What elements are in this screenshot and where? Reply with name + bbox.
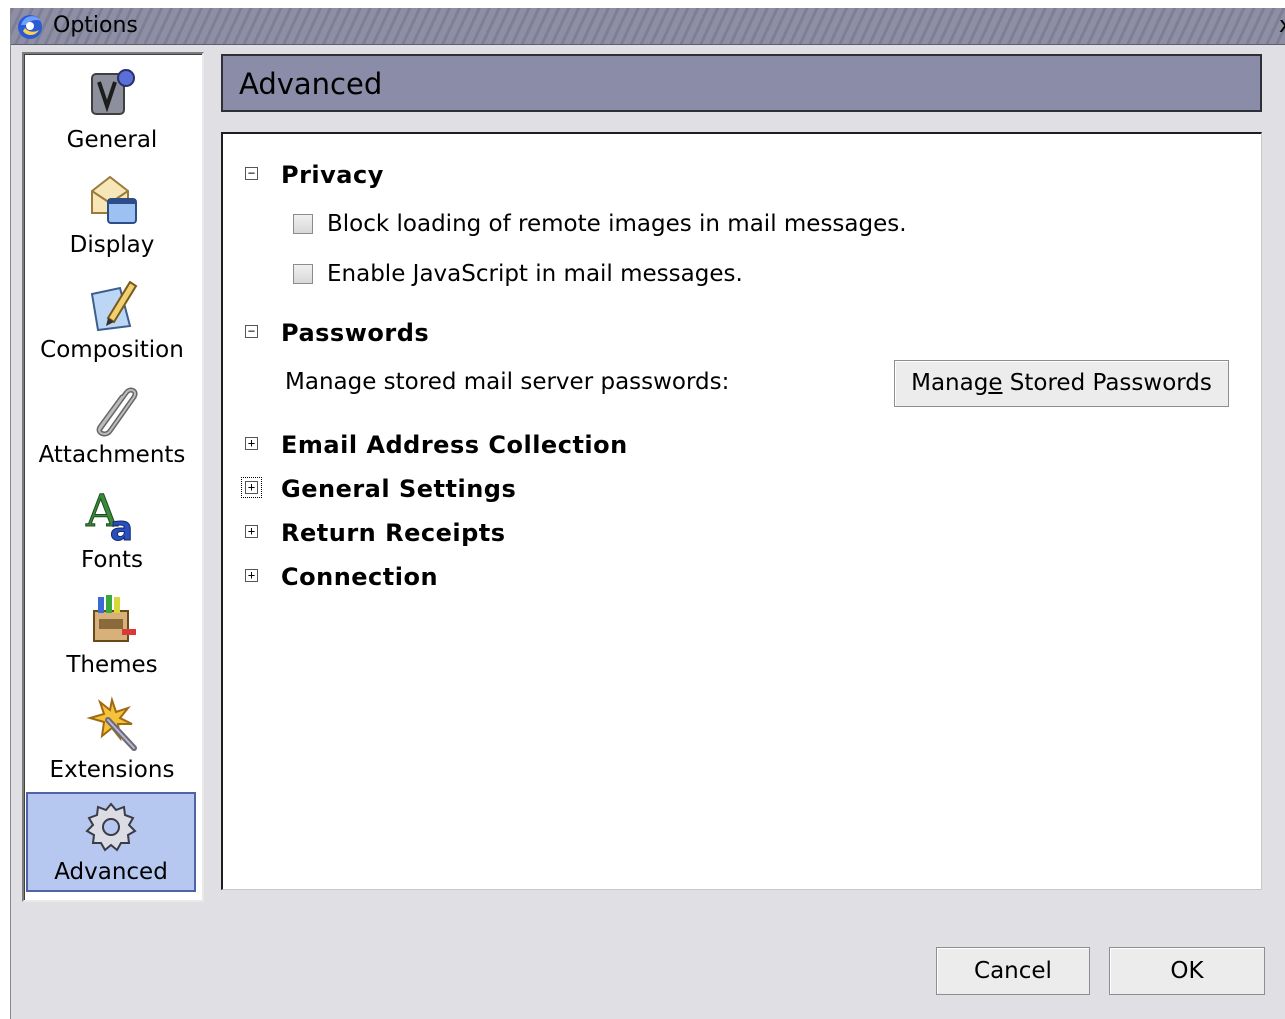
sidebar-item-composition[interactable]: Composition: [28, 268, 196, 372]
themes-icon: [93, 595, 136, 642]
section-title: Return Receipts: [281, 519, 506, 547]
window-title: Options: [53, 13, 138, 38]
sidebar-item-themes[interactable]: Themes: [28, 583, 196, 687]
checkbox-label: Block loading of remote images in mail m…: [327, 211, 907, 237]
collapse-icon[interactable]: −: [245, 167, 258, 180]
category-sidebar: General Display Composition Attachments …: [22, 52, 204, 902]
extensions-icon: [86, 696, 137, 751]
sidebar-item-general[interactable]: General: [28, 58, 196, 162]
composition-icon: [90, 280, 138, 332]
close-icon[interactable]: x: [1279, 12, 1285, 40]
section-title: Privacy: [281, 161, 384, 189]
section-title: Connection: [281, 563, 439, 591]
sidebar-item-fonts[interactable]: A a Fonts: [28, 478, 196, 582]
sidebar-item-label: General: [66, 127, 158, 153]
general-icon: [91, 69, 135, 115]
expand-icon[interactable]: +: [241, 477, 262, 498]
sidebar-item-extensions[interactable]: Extensions: [28, 688, 196, 792]
section-title: Email Address Collection: [281, 431, 628, 459]
advanced-settings-panel: − Privacy Block loading of remote images…: [221, 132, 1262, 890]
thunderbird-app-icon: [18, 15, 42, 39]
manage-stored-passwords-button[interactable]: Manage Stored Passwords: [894, 360, 1229, 407]
button-label-part: Stored Passwords: [1002, 370, 1212, 396]
button-label-part: Manag: [911, 370, 989, 396]
title-bar[interactable]: Options x: [11, 8, 1285, 45]
page-title: Advanced: [239, 67, 383, 101]
sidebar-item-label: Fonts: [80, 547, 144, 573]
sidebar-item-label: Attachments: [38, 442, 186, 468]
expand-icon[interactable]: +: [245, 437, 258, 450]
sidebar-item-label: Composition: [40, 337, 184, 363]
collapse-icon[interactable]: −: [245, 325, 258, 338]
sidebar-item-advanced[interactable]: Advanced: [26, 792, 196, 892]
sidebar-item-label: Display: [69, 232, 155, 258]
advanced-gear-icon: [85, 802, 137, 852]
enable-javascript-checkbox[interactable]: [293, 264, 313, 284]
sidebar-item-label: Themes: [66, 652, 158, 678]
sidebar-item-label: Advanced: [54, 859, 168, 885]
ok-button[interactable]: OK: [1109, 947, 1265, 995]
section-title: General Settings: [281, 475, 517, 503]
manage-passwords-label: Manage stored mail server passwords:: [285, 369, 730, 395]
sidebar-item-attachments[interactable]: Attachments: [28, 373, 196, 477]
pane-header: Advanced: [221, 54, 1262, 112]
checkbox-label: Enable JavaScript in mail messages.: [327, 261, 743, 287]
sidebar-item-label: Extensions: [49, 757, 175, 783]
expand-icon[interactable]: +: [245, 525, 258, 538]
attachments-icon: [96, 387, 138, 437]
cancel-button[interactable]: Cancel: [936, 947, 1090, 995]
sidebar-item-display[interactable]: Display: [28, 163, 196, 267]
block-remote-images-checkbox[interactable]: [293, 214, 313, 234]
expand-icon[interactable]: +: [245, 569, 258, 582]
section-title: Passwords: [281, 319, 430, 347]
fonts-icon: A a: [85, 486, 134, 545]
display-icon: [91, 175, 137, 224]
accelerator-key: e: [988, 370, 1003, 396]
svg-text:a: a: [110, 509, 133, 544]
